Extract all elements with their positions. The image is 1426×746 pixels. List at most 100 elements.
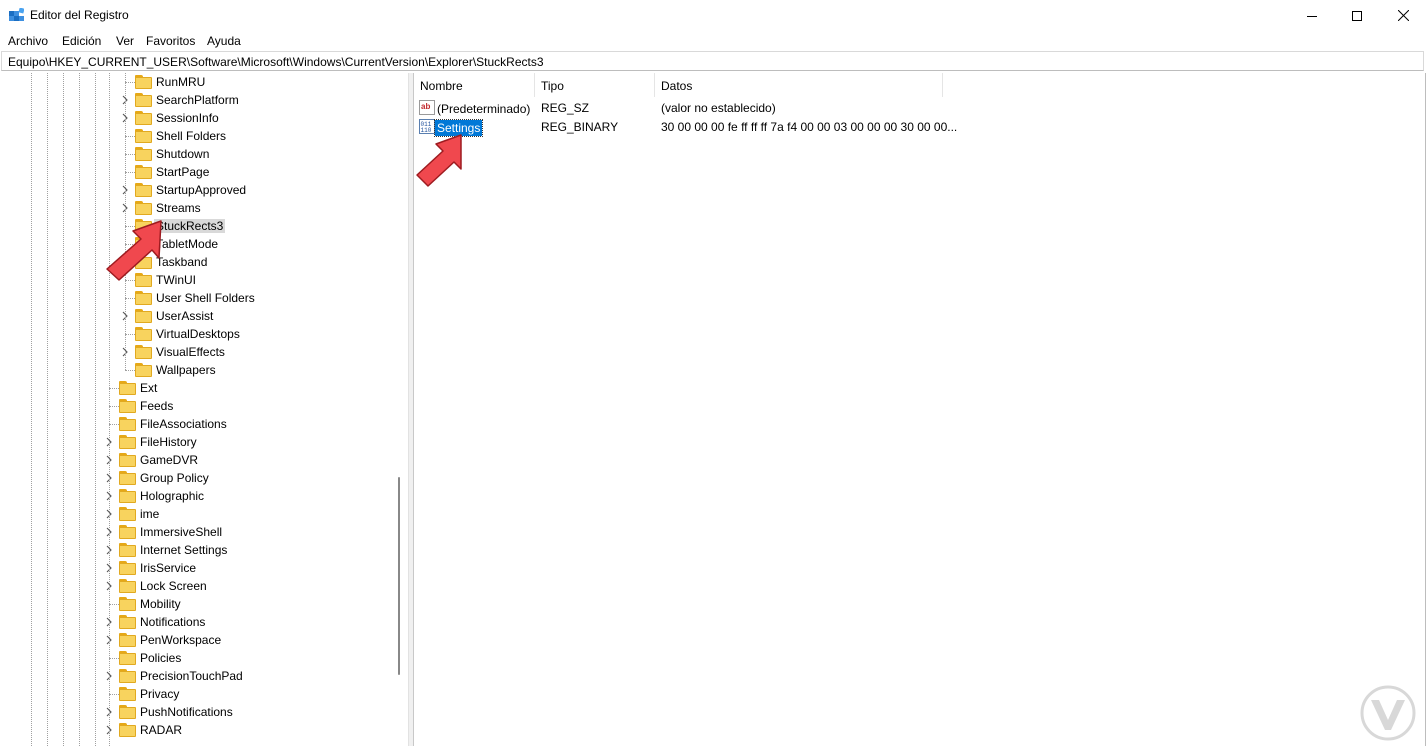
tree-connector	[109, 424, 119, 425]
tree-item[interactable]: Group Policy	[2, 469, 392, 487]
column-header-data[interactable]: Datos	[655, 73, 943, 97]
tree-item[interactable]: Wallpapers	[2, 361, 392, 379]
value-row[interactable]: ab (Predeterminado) REG_SZ (valor no est…	[414, 98, 1014, 117]
tree-item-label: FileAssociations	[140, 417, 227, 431]
tree-item[interactable]: RunMRU	[2, 73, 392, 91]
tree-item[interactable]: StartupApproved	[2, 181, 392, 199]
folder-icon	[119, 597, 136, 611]
folder-icon	[135, 75, 152, 89]
tree-item-label: Feeds	[140, 399, 174, 413]
minimize-button[interactable]	[1289, 0, 1335, 31]
tree-item-label: VirtualDesktops	[156, 327, 240, 341]
tree-item[interactable]: Streams	[2, 199, 392, 217]
tree-item[interactable]: Ext	[2, 379, 392, 397]
folder-icon	[119, 615, 136, 629]
folder-icon	[135, 363, 152, 377]
close-button[interactable]	[1380, 0, 1426, 31]
svg-text:ab: ab	[421, 102, 430, 111]
value-type: REG_BINARY	[541, 120, 619, 134]
address-path: Equipo\HKEY_CURRENT_USER\Software\Micros…	[8, 55, 544, 69]
folder-icon	[119, 543, 136, 557]
close-icon	[1397, 10, 1409, 21]
tree-item[interactable]: TabletMode	[2, 235, 392, 253]
tree-item[interactable]: Privacy	[2, 685, 392, 703]
tree-item[interactable]: PushNotifications	[2, 703, 392, 721]
tree-item[interactable]: TWinUI	[2, 271, 392, 289]
tree-item[interactable]: Taskband	[2, 253, 392, 271]
tree-item[interactable]: Policies	[2, 649, 392, 667]
tree-item[interactable]: Feeds	[2, 397, 392, 415]
tree-item[interactable]: VirtualDesktops	[2, 325, 392, 343]
column-header-name[interactable]: Nombre	[414, 73, 535, 97]
menu-bar: Archivo Edición Ver Favoritos Ayuda	[0, 31, 1426, 51]
tree-item[interactable]: FileAssociations	[2, 415, 392, 433]
tree-item-label: Group Policy	[140, 471, 209, 485]
tree-connector	[109, 694, 119, 695]
annotation-arrow	[106, 220, 162, 281]
tree-item-label: Shell Folders	[156, 129, 227, 143]
tree-item[interactable]: ImmersiveShell	[2, 523, 392, 541]
tree-connector	[125, 154, 135, 155]
tree-item[interactable]: User Shell Folders	[2, 289, 392, 307]
tree-item[interactable]: PrecisionTouchPad	[2, 667, 392, 685]
value-row[interactable]: 011 110 Settings REG_BINARY 30 00 00 00 …	[414, 117, 1014, 137]
menu-edicion[interactable]: Edición	[62, 34, 101, 48]
tree-item[interactable]: PenWorkspace	[2, 631, 392, 649]
tree-item[interactable]: SearchPlatform	[2, 91, 392, 109]
tree-item[interactable]: IrisService	[2, 559, 392, 577]
tree-item[interactable]: Shutdown	[2, 145, 392, 163]
tree-item-label: ImmersiveShell	[140, 525, 223, 539]
value-data: (valor no establecido)	[661, 101, 776, 115]
tree-connector	[125, 370, 135, 371]
column-header-type[interactable]: Tipo	[535, 73, 655, 97]
tree-item[interactable]: FileHistory	[2, 433, 392, 451]
tree-item-label: Policies	[140, 651, 182, 665]
tree-item-label: Notifications	[140, 615, 206, 629]
folder-icon	[119, 381, 136, 395]
address-bar[interactable]: Equipo\HKEY_CURRENT_USER\Software\Micros…	[1, 51, 1424, 71]
window-title: Editor del Registro	[30, 8, 129, 22]
menu-ayuda[interactable]: Ayuda	[207, 34, 241, 48]
folder-icon	[135, 183, 152, 197]
folder-icon	[119, 525, 136, 539]
value-type: REG_SZ	[541, 101, 590, 115]
tree-item[interactable]: StartPage	[2, 163, 392, 181]
tree-item[interactable]: Mobility	[2, 595, 392, 613]
tree-item[interactable]: StuckRects3	[2, 217, 392, 235]
tree-item-label: StartPage	[156, 165, 210, 179]
tree-item[interactable]: Lock Screen	[2, 577, 392, 595]
tree-item[interactable]: VisualEffects	[2, 343, 392, 361]
tree-connector	[109, 658, 119, 659]
folder-icon	[135, 111, 152, 125]
tree-item[interactable]: SessionInfo	[2, 109, 392, 127]
tree-item-label: ime	[140, 507, 160, 521]
menu-favoritos[interactable]: Favoritos	[146, 34, 195, 48]
tree-item-label: Holographic	[140, 489, 205, 503]
folder-icon	[119, 579, 136, 593]
maximize-button[interactable]	[1334, 0, 1380, 31]
tree-item-label: IrisService	[140, 561, 197, 575]
tree-item-label: Shutdown	[156, 147, 210, 161]
tree-item[interactable]: ime	[2, 505, 392, 523]
menu-archivo[interactable]: Archivo	[8, 34, 48, 48]
value-name: (Predeterminado)	[437, 102, 531, 116]
values-list[interactable]: Nombre Tipo Datos ab (Predeterminado) RE…	[414, 73, 1426, 746]
title-bar: Editor del Registro	[0, 0, 1426, 31]
folder-icon	[135, 165, 152, 179]
tree-scrollbar[interactable]	[392, 73, 407, 746]
key-tree[interactable]: RunMRU SearchPlatform SessionInfo Shell Fol…	[2, 73, 408, 746]
tree-item-label: FileHistory	[140, 435, 197, 449]
tree-item[interactable]: Internet Settings	[2, 541, 392, 559]
tree-item[interactable]: Shell Folders	[2, 127, 392, 145]
tree-item[interactable]: UserAssist	[2, 307, 392, 325]
tree-item[interactable]: GameDVR	[2, 451, 392, 469]
tree-item-label: UserAssist	[156, 309, 214, 323]
tree-item[interactable]: Holographic	[2, 487, 392, 505]
folder-icon	[135, 147, 152, 161]
tree-item-label: Streams	[156, 201, 201, 215]
tree-item[interactable]: RADAR	[2, 721, 392, 739]
tree-item-label: VisualEffects	[156, 345, 225, 359]
tree-item[interactable]: Notifications	[2, 613, 392, 631]
menu-ver[interactable]: Ver	[116, 34, 134, 48]
scrollbar-thumb[interactable]	[398, 477, 400, 675]
